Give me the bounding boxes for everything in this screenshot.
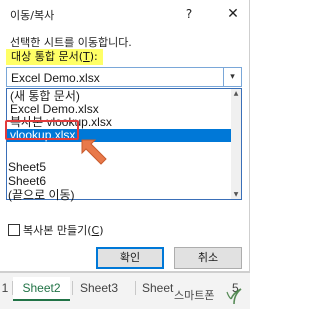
dialog-titlebar: 이동/복사 ? ✕ (0, 0, 250, 28)
workbook-option[interactable]: (새 통합 문서) (7, 90, 234, 103)
make-copy-paren-close: ) (99, 224, 104, 237)
list-scrollbar[interactable]: ▲ ▼ (231, 89, 241, 199)
combo-value: Excel Demo.xlsx (11, 71, 100, 85)
scroll-up-icon[interactable]: ▲ (231, 89, 241, 98)
target-workbook-combobox[interactable]: Excel Demo.xlsx ▾ (6, 67, 242, 87)
cancel-button[interactable]: 취소 (174, 247, 242, 269)
make-copy-label[interactable]: 복사본 만들기(C) (23, 222, 104, 238)
sheet-option[interactable]: Sheet6 (8, 174, 128, 188)
close-button[interactable]: ✕ (224, 5, 242, 23)
target-workbook-label: 대상 통합 문서(T): (6, 49, 103, 65)
help-button[interactable]: ? (180, 5, 198, 23)
sheet-tab[interactable]: Sheet3 (80, 281, 118, 295)
sheet-tab-active[interactable]: Sheet2 (13, 277, 70, 301)
target-label-hotkey: T (83, 50, 90, 63)
workbook-option[interactable]: 복사본 vlookup.xlsx (7, 116, 234, 129)
watermark-text: 스마트폰 (174, 289, 215, 302)
sheet-option[interactable]: Sheet5 (8, 160, 128, 174)
scroll-down-icon[interactable]: ▼ (231, 190, 241, 199)
make-copy-checkbox[interactable] (8, 224, 20, 236)
ok-button[interactable]: 확인 (96, 247, 164, 269)
tab-separator (72, 281, 73, 295)
dialog-title: 이동/복사 (10, 9, 55, 22)
workbook-option[interactable]: Excel Demo.xlsx (7, 103, 234, 116)
workbook-option-selected[interactable]: vlookup.xlsx (7, 129, 234, 142)
target-label-text: 대상 통합 문서 (11, 50, 79, 63)
target-label-paren-close: ): (89, 50, 98, 63)
sheet-tab-partial[interactable]: 1 (0, 281, 10, 295)
tab-separator (135, 281, 136, 295)
make-copy-label-text: 복사본 만들기 (23, 224, 88, 237)
watermark: 스마트폰 (168, 286, 248, 308)
move-copy-dialog: 이동/복사 ? ✕ 선택한 시트를 이동합니다. 대상 통합 문서(T): Ex… (0, 0, 250, 272)
chevron-down-icon[interactable]: ▾ (223, 68, 241, 86)
sheet-option[interactable]: (끝으로 이동) (8, 188, 128, 202)
instruction-text: 선택한 시트를 이동합니다. (10, 36, 132, 49)
leaf-icon (226, 288, 242, 305)
